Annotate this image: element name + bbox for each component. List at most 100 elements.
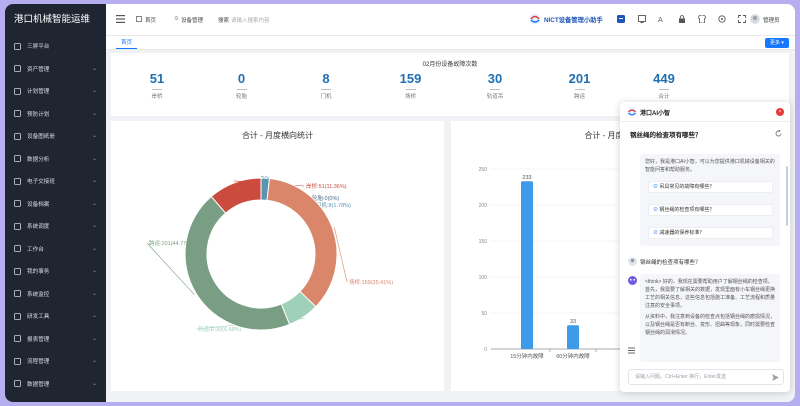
stat-item: 8 门机	[284, 71, 368, 100]
bar[interactable]	[521, 181, 533, 349]
sidebar-item-2[interactable]: 计划管理 ⌄	[5, 81, 106, 101]
sidebar-item-11[interactable]: 系统监控 ⌄	[5, 284, 106, 304]
suggestion-chip[interactable]: ⊘ 钢丝绳的检查项有哪些？	[648, 204, 773, 216]
sidebar-item-14[interactable]: 流程管理 ⌄	[5, 351, 106, 371]
user-name[interactable]: 管理员	[763, 16, 780, 24]
sidebar-item-label: 系统调度	[27, 224, 50, 230]
stat-item: 159 场桥	[369, 71, 453, 100]
home-icon	[136, 16, 142, 22]
app-frame: 港口机械智能运维 三屏平台 资产管理 ⌄ 计划管理 ⌄ 预防计划 ⌄ 设备图纸册 ⌄ 数据分析 ⌄ 电…	[5, 4, 795, 402]
translate-icon[interactable]: A	[658, 15, 666, 23]
svg-text:A: A	[658, 16, 663, 23]
chat-header: 港口AI小智 ×	[620, 102, 790, 122]
chat-logo-icon	[627, 107, 637, 117]
chevron-down-icon: ⌄	[91, 200, 97, 207]
stat-item: 449 合计	[622, 71, 706, 100]
suggestion-text: 吊具常见的故障有哪些？	[659, 184, 715, 190]
stats-title: 02月份设备故障次数	[422, 62, 478, 68]
sidebar-item-label: 设备图纸册	[27, 134, 55, 140]
message-icon[interactable]	[617, 15, 625, 23]
sidebar-item-5[interactable]: 数据分析 ⌄	[5, 149, 106, 169]
tab-home[interactable]: 首页	[116, 38, 138, 49]
assistant-label[interactable]: NICT设备管理小助手	[544, 15, 603, 24]
pie-slice-label: 轨道吊:30(6.68%)	[198, 325, 242, 333]
sidebar-item-7[interactable]: 设备档案 ⌄	[5, 194, 106, 214]
sidebar-item-label: 电子交接班	[27, 179, 55, 185]
sidebar-item-label: 预防计划	[27, 111, 50, 118]
list-icon[interactable]	[628, 347, 635, 354]
search-input[interactable]: 请输入搜索内容	[231, 16, 270, 24]
chevron-down-icon: ⌄	[91, 178, 97, 184]
send-icon[interactable]	[772, 374, 779, 381]
chat-close-button[interactable]: ×	[776, 108, 784, 116]
menu-toggle-icon[interactable]	[116, 15, 125, 23]
lock-icon[interactable]	[678, 15, 686, 23]
stat-divider	[574, 89, 585, 90]
bar-value-label: 233	[522, 175, 531, 181]
stat-divider	[405, 89, 416, 90]
settings-icon[interactable]	[718, 15, 726, 23]
more-button[interactable]: 更多 ▾	[765, 38, 789, 48]
chevron-down-icon: ⌄	[91, 358, 97, 364]
sidebar-item-10[interactable]: 我的事务 ⌄	[5, 261, 106, 281]
pie-slice-label: 轮胎:0(0%)	[312, 194, 339, 202]
stat-item: 30 轨道吊	[453, 71, 537, 100]
sidebar-item-8[interactable]: 系统调度 ⌄	[5, 216, 106, 236]
sidebar-item-label: 三屏平台	[27, 44, 50, 50]
pie-slice-跨运[interactable]	[184, 195, 291, 331]
sidebar-item-label: 数据管理	[27, 381, 50, 388]
sidebar-item-icon	[14, 380, 21, 387]
tab-bar: 首页 更多 ▾	[106, 36, 795, 50]
avatar[interactable]	[750, 14, 760, 24]
search-label: 搜索	[218, 18, 230, 24]
suggestion-chip[interactable]: ⊘ 吊具常见的故障有哪些？	[648, 181, 773, 193]
stat-value: 8	[322, 71, 330, 86]
sidebar-item-0[interactable]: 三屏平台	[5, 36, 106, 56]
suggestion-chip[interactable]: ⊘ 减速器的保养标准？	[648, 227, 773, 239]
stat-label: 轮胎	[235, 94, 247, 100]
pie-chart-panel: 合计 - 月度横向统计 岸桥:51(11.36%) 轮胎:0(0%) 门机:8(1.…	[111, 121, 444, 391]
chat-input[interactable]: 请输入问题，Ctrl+Enter 换行，Enter发送	[628, 369, 784, 385]
chevron-down-icon: ⌄	[91, 268, 97, 274]
sidebar-item-label: 数据分析	[27, 156, 50, 163]
sidebar-item-3[interactable]: 预防计划 ⌄	[5, 104, 106, 124]
chat-question-heading: 钢丝绳的检查项有哪些？	[630, 132, 702, 139]
fullscreen-icon[interactable]	[738, 15, 746, 23]
stat-label: 合计	[658, 94, 670, 100]
sidebar-item-label: 我的事务	[27, 269, 50, 275]
topbar: 首页 ⚙ 设备管理 搜索 请输入搜索内容 NICT设备管理小助手 A 管理员	[106, 4, 795, 36]
sidebar-item-9[interactable]: 工作台 ⌄	[5, 239, 106, 259]
sidebar-item-1[interactable]: 资产管理 ⌄	[5, 59, 106, 79]
refresh-icon[interactable]	[775, 130, 782, 137]
x-tick-label: 15分钟内故障	[510, 352, 544, 360]
sidebar-item-15[interactable]: 数据管理 ⌄	[5, 374, 106, 394]
bot-answer-p1: <think> 好的，我现在需要帮助用户了解钢丝绳的检查项。首先，我需要了解相关…	[645, 279, 776, 309]
sidebar-item-label: 计划管理	[27, 89, 50, 95]
suggestion-text: 钢丝绳的检查项有哪些？	[659, 207, 715, 213]
screen-icon[interactable]	[638, 15, 646, 23]
stat-item: 201 跨运	[538, 71, 622, 100]
sidebar-item-13[interactable]: 报表管理 ⌄	[5, 329, 106, 349]
user-question: 钢丝绳的检查项有哪些？	[640, 260, 701, 266]
assistant-logo-icon	[529, 13, 541, 25]
breadcrumb-current[interactable]: 设备管理	[181, 16, 203, 24]
stat-divider	[321, 89, 331, 90]
pie-slice-label: 跨运:201(44.77%)	[149, 239, 193, 247]
sidebar-item-icon	[14, 357, 21, 365]
sidebar-item-12[interactable]: 研发工具 ⌄	[5, 306, 106, 326]
sidebar-item-label: 系统监控	[27, 291, 50, 298]
stat-label: 场桥	[404, 94, 416, 100]
sidebar-item-icon	[14, 155, 21, 162]
sidebar-item-label: 流程管理	[27, 359, 50, 365]
sidebar-item-4[interactable]: 设备图纸册 ⌄	[5, 126, 106, 146]
bar[interactable]	[567, 325, 579, 349]
shirt-icon[interactable]	[698, 15, 706, 23]
chevron-down-icon: ⌄	[91, 335, 97, 342]
chat-scrollbar[interactable]	[786, 166, 788, 226]
breadcrumb-home[interactable]: 首页	[145, 16, 156, 24]
sidebar-item-6[interactable]: 电子交接班 ⌄	[5, 171, 106, 191]
x-tick-label: 60分钟内故障	[556, 352, 590, 360]
stat-label: 门机	[320, 94, 332, 100]
stat-value: 159	[399, 71, 422, 86]
suggestion-text: 减速器的保养标准？	[659, 230, 705, 236]
